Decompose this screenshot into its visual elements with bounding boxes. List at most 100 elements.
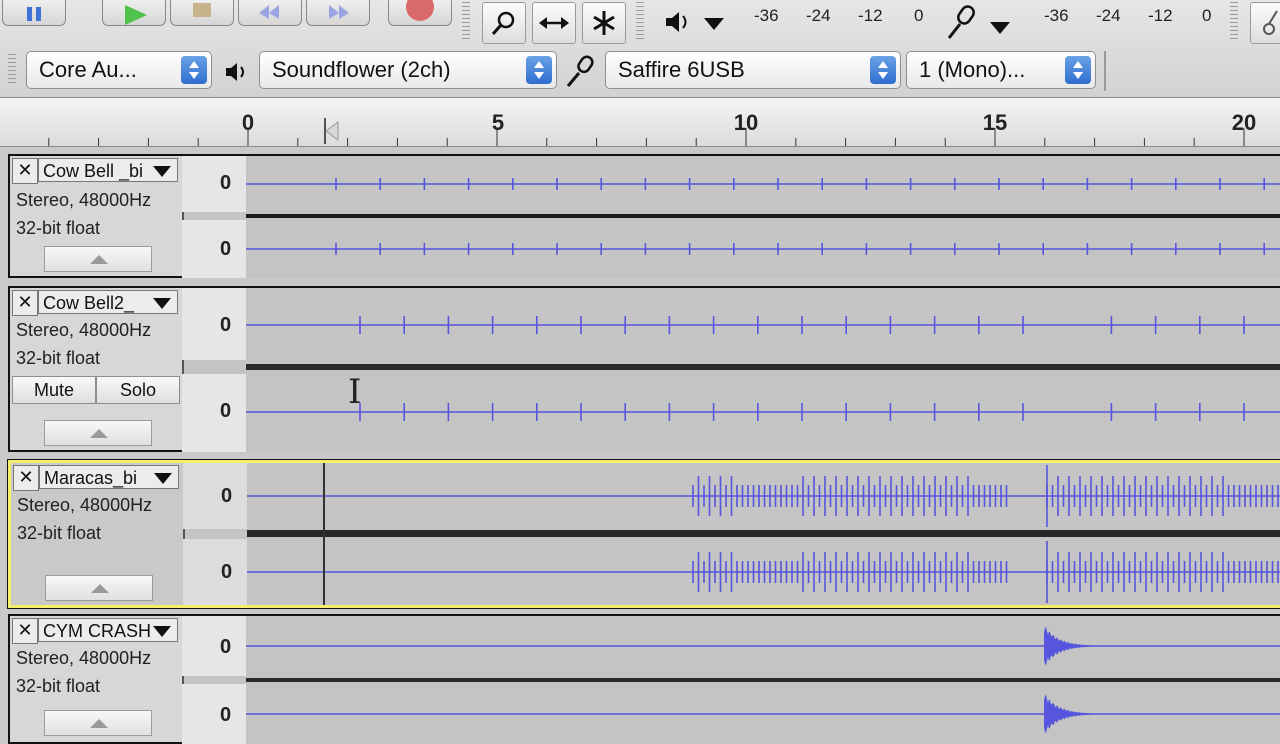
close-track-button[interactable]: ✕ xyxy=(12,290,38,316)
waveform-left-channel[interactable] xyxy=(247,463,1280,529)
vertical-ruler xyxy=(182,684,246,744)
chevron-down-icon xyxy=(990,22,1010,34)
cursor-line xyxy=(323,463,325,605)
audio-host-select[interactable]: Core Au... xyxy=(26,51,212,89)
zoom-icon xyxy=(491,11,515,35)
collapse-track-button[interactable] xyxy=(44,420,152,446)
track-format: Stereo, 48000Hz xyxy=(16,648,152,668)
stop-button[interactable] xyxy=(170,0,234,26)
collapse-track-button[interactable] xyxy=(45,575,153,601)
waveform-left-channel[interactable] xyxy=(246,616,1280,676)
channel-scale-label: 0 xyxy=(220,636,232,658)
track-name-menu[interactable]: Cow Bell _bi xyxy=(38,158,178,182)
channel-scale-label: 0 xyxy=(220,400,232,422)
cut-tool[interactable] xyxy=(1250,2,1280,44)
speaker-icon xyxy=(226,63,244,81)
play-icon xyxy=(125,5,147,25)
text-cursor-icon: I xyxy=(348,372,362,412)
track-name-menu[interactable]: CYM CRASH xyxy=(38,618,178,642)
mute-button[interactable]: Mute xyxy=(12,376,96,404)
collapse-track-button[interactable] xyxy=(44,246,152,272)
toolbar-grip[interactable] xyxy=(636,2,644,40)
audio-host-value: Core Au... xyxy=(39,57,137,82)
toolbar-grip[interactable] xyxy=(8,54,16,86)
track-bit-depth: 32-bit float xyxy=(17,523,102,543)
play-button[interactable] xyxy=(102,0,166,26)
waveform-left-channel[interactable] xyxy=(246,156,1280,212)
crash-envelope xyxy=(1044,694,1104,734)
timeshift-icon xyxy=(539,17,569,29)
input-channels-select[interactable]: 1 (Mono)... xyxy=(906,51,1096,89)
vertical-ruler xyxy=(183,539,247,605)
input-device-select[interactable]: Saffire 6USB xyxy=(605,51,901,89)
stepper-icon xyxy=(870,56,896,84)
microphone-icon[interactable] xyxy=(946,4,1020,42)
track-name: Cow Bell2_ xyxy=(43,293,135,313)
waveform-left-channel[interactable] xyxy=(246,288,1280,362)
waveform-right-channel[interactable] xyxy=(246,684,1280,744)
input-channels-value: 1 (Mono)... xyxy=(919,57,1026,82)
mute-solo-group: Mute Solo xyxy=(12,376,180,404)
chevron-down-icon xyxy=(153,626,171,637)
timeshift-tool[interactable] xyxy=(532,2,576,44)
ruler-label: 5 xyxy=(491,110,505,135)
track-format: Stereo, 48000Hz xyxy=(17,495,153,515)
playhead-icon[interactable] xyxy=(320,118,340,144)
vertical-ruler xyxy=(182,616,246,676)
track-control-panel: ✕ Maracas_bi Stereo, 48000Hz 32-bit floa… xyxy=(11,463,185,605)
skip-start-icon xyxy=(259,5,279,19)
timeline-ruler[interactable]: 0 5 10 15 20 xyxy=(0,98,1280,147)
multi-tool[interactable] xyxy=(582,2,626,44)
ruler-ticks xyxy=(48,128,1245,146)
track-bit-depth: 32-bit float xyxy=(16,348,101,368)
skip-start-button[interactable] xyxy=(238,0,302,26)
vertical-ruler xyxy=(182,288,246,360)
pause-button[interactable] xyxy=(2,0,66,26)
channel-separator xyxy=(246,364,1280,370)
audio-track[interactable]: ✕ Cow Bell2_ Stereo, 48000Hz 32-bit floa… xyxy=(8,286,1280,452)
speaker-icon[interactable] xyxy=(664,10,730,38)
solo-button[interactable]: Solo xyxy=(96,376,180,404)
collapse-track-button[interactable] xyxy=(44,710,152,736)
zoom-tool[interactable] xyxy=(482,2,526,44)
track-name: Cow Bell _bi xyxy=(43,161,144,181)
close-track-button[interactable]: ✕ xyxy=(13,465,39,491)
meter-tick-label: -36 xyxy=(754,6,779,25)
channel-scale-label: 0 xyxy=(221,561,233,583)
waveform-right-channel[interactable] xyxy=(246,372,1280,452)
channel-separator xyxy=(247,530,1280,537)
ruler-label: 0 xyxy=(241,110,255,135)
track-name: CYM CRASH xyxy=(43,621,152,641)
output-device-select[interactable]: Soundflower (2ch) xyxy=(259,51,557,89)
channel-separator xyxy=(246,678,1280,682)
track-name-menu[interactable]: Maracas_bi xyxy=(39,465,179,489)
divider xyxy=(1104,51,1106,91)
ruler-label: 20 xyxy=(1231,110,1257,135)
skip-end-button[interactable] xyxy=(306,0,370,26)
vertical-ruler xyxy=(183,463,247,529)
channel-scale-label: 0 xyxy=(220,238,232,260)
toolbar: -36 -24 -12 0 -36 -24 -12 0 Core Au... S… xyxy=(0,0,1280,98)
waveform-right-channel[interactable] xyxy=(247,539,1280,605)
waveform-right-channel[interactable] xyxy=(246,220,1280,278)
channel-separator xyxy=(246,214,1280,218)
toolbar-grip[interactable] xyxy=(1230,2,1238,40)
track-bit-depth: 32-bit float xyxy=(16,676,101,696)
input-device-value: Saffire 6USB xyxy=(618,57,745,82)
meter-tick-label: -24 xyxy=(806,6,831,25)
audio-track[interactable]: ✕ Cow Bell _bi Stereo, 48000Hz 32-bit fl… xyxy=(8,154,1280,278)
record-button[interactable] xyxy=(388,0,452,26)
close-track-button[interactable]: ✕ xyxy=(12,618,38,644)
track-name: Maracas_bi xyxy=(44,468,138,488)
output-device-value: Soundflower (2ch) xyxy=(272,57,451,82)
stepper-icon xyxy=(181,56,207,84)
audio-track[interactable]: ✕ CYM CRASH Stereo, 48000Hz 32-bit float… xyxy=(8,614,1280,744)
chevron-down-icon xyxy=(153,166,171,177)
toolbar-grip[interactable] xyxy=(462,2,470,40)
meter-tick-label: -36 xyxy=(1044,6,1069,25)
track-control-panel: ✕ CYM CRASH Stereo, 48000Hz 32-bit float xyxy=(10,616,184,742)
close-track-button[interactable]: ✕ xyxy=(12,158,38,184)
stop-icon xyxy=(193,3,211,17)
audio-track-selected[interactable]: ✕ Maracas_bi Stereo, 48000Hz 32-bit floa… xyxy=(7,459,1280,609)
track-name-menu[interactable]: Cow Bell2_ xyxy=(38,290,178,314)
